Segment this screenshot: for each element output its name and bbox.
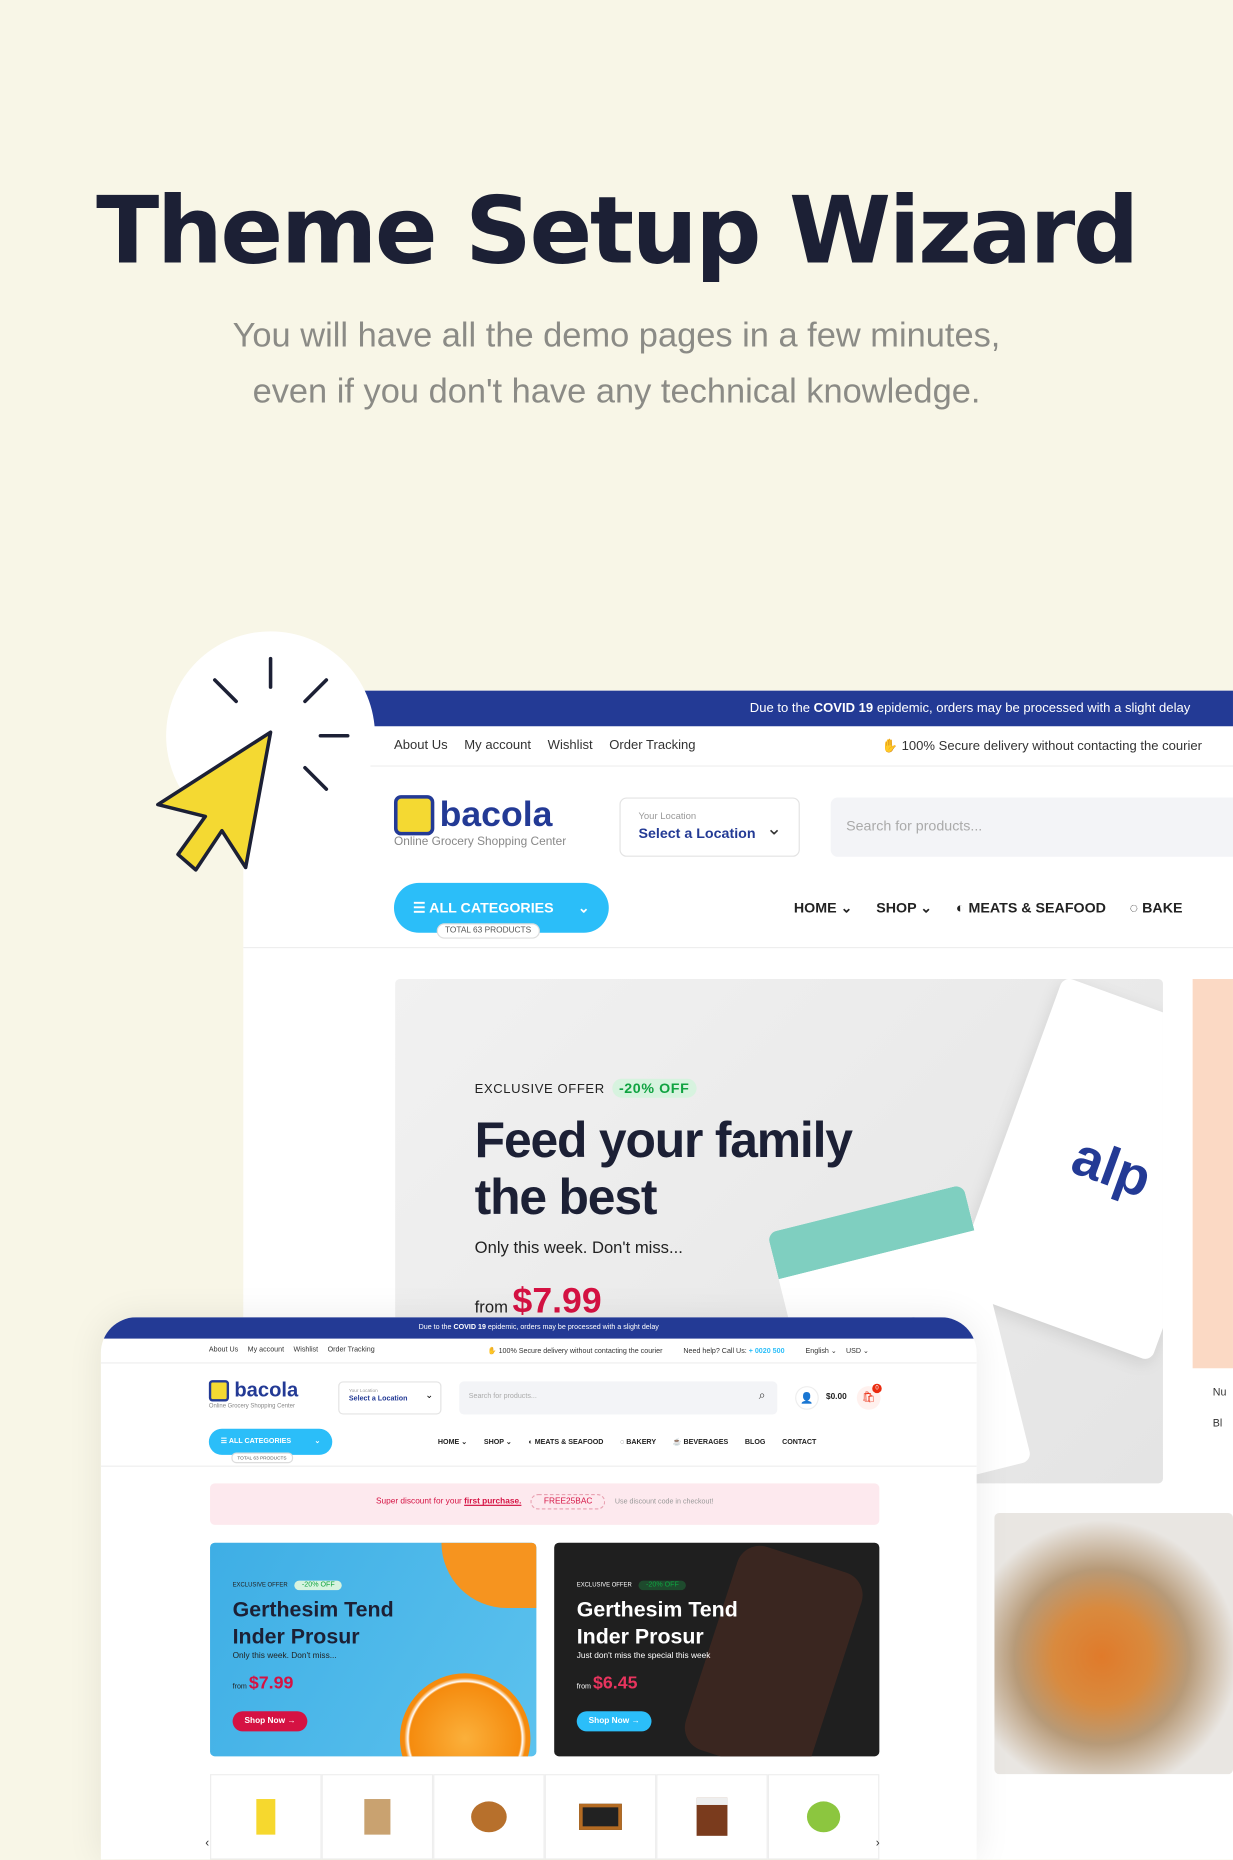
- link-order-tracking[interactable]: Order Tracking: [609, 738, 695, 752]
- link-account[interactable]: My account: [248, 1347, 284, 1354]
- shop-now-button[interactable]: Shop Now →: [232, 1711, 308, 1732]
- product-category-strip: [210, 1774, 880, 1860]
- location-select[interactable]: Your Location Select a Location ⌄: [338, 1381, 442, 1415]
- nav-blog[interactable]: BLOG: [745, 1439, 766, 1446]
- total-products-badge: TOTAL 63 PRODUCTS: [231, 1452, 293, 1464]
- cart-total: $0.00: [825, 1393, 847, 1402]
- product-tile[interactable]: [544, 1774, 657, 1860]
- nav-home[interactable]: HOME ⌄: [438, 1439, 467, 1446]
- exclusive-offer-label: EXCLUSIVE OFFER -20% OFF: [475, 1078, 697, 1098]
- nav-meats[interactable]: ◐ MEATS & SEAFOOD: [956, 900, 1106, 917]
- total-products-badge: TOTAL 63 PRODUCTS: [436, 923, 540, 939]
- top-links: About Us My account Wishlist Order Tracking: [394, 738, 696, 752]
- carousel-next-button[interactable]: ›: [876, 1837, 880, 1850]
- nav-shop[interactable]: SHOP ⌄: [484, 1439, 512, 1446]
- notice-bar: Due to the COVID 19 epidemic, orders may…: [361, 690, 1233, 727]
- product-tile[interactable]: [767, 1774, 880, 1860]
- user-icon[interactable]: 👤: [795, 1386, 819, 1410]
- first-purchase-link[interactable]: first purchase.: [464, 1498, 521, 1506]
- side-text: Nu: [1212, 1386, 1227, 1398]
- lentils-image: [994, 1513, 1233, 1775]
- currency-select[interactable]: USD: [846, 1348, 861, 1355]
- notice-bar: Due to the COVID 19 epidemic, orders may…: [100, 1317, 977, 1339]
- product-tile[interactable]: [433, 1774, 545, 1860]
- subtitle-line-2: even if you don't have any technical kno…: [252, 372, 981, 411]
- link-about[interactable]: About Us: [209, 1347, 238, 1354]
- search-input[interactable]: Search for products...: [830, 797, 1233, 857]
- chevron-down-icon: ⌄: [425, 1389, 434, 1401]
- location-select[interactable]: Your Location Select a Location ⌄: [619, 797, 800, 857]
- bakery-icon: ◌: [1129, 899, 1139, 917]
- link-about[interactable]: About Us: [394, 738, 448, 752]
- product-tile[interactable]: [321, 1774, 434, 1860]
- logo[interactable]: bacola Online Grocery Shopping Center: [208, 1379, 298, 1410]
- link-wishlist[interactable]: Wishlist: [294, 1347, 319, 1354]
- secure-delivery: ✋ 100% Secure delivery without contactin…: [487, 1348, 869, 1356]
- main-nav: HOME ⌄ SHOP ⌄ ◐ MEATS & SEAFOOD ◌ BAKERY ☕ B…: [438, 1438, 816, 1446]
- hand-icon: ✋: [881, 739, 902, 754]
- nav-home[interactable]: HOME ⌄: [794, 900, 853, 917]
- search-icon[interactable]: ⌕: [759, 1390, 766, 1403]
- secure-delivery: ✋ 100% Secure delivery without contactin…: [881, 739, 1203, 754]
- nav-bakery[interactable]: ◌ BAKE: [1130, 900, 1183, 917]
- link-order-tracking[interactable]: Order Tracking: [328, 1347, 375, 1354]
- nav-beverages[interactable]: ☕ BEVERAGES: [673, 1439, 729, 1446]
- page-title: Theme Setup Wizard: [96, 178, 1139, 285]
- logo[interactable]: bacola Online Grocery Shopping Center: [393, 795, 566, 848]
- nav-shop[interactable]: SHOP ⌄: [876, 900, 932, 917]
- language-select[interactable]: English: [806, 1348, 829, 1355]
- subtitle-line-1: You will have all the demo pages in a fe…: [232, 316, 1001, 355]
- product-tile[interactable]: [656, 1774, 768, 1860]
- promo-card-1: EXCLUSIVE OFFER -20% OFF Gerthesim Tend In…: [210, 1542, 537, 1757]
- promo-card-2: EXCLUSIVE OFFER -20% OFF Gerthesim Tend In…: [554, 1542, 880, 1757]
- nav-contact[interactable]: CONTACT: [782, 1439, 816, 1446]
- side-text: Bl: [1212, 1416, 1223, 1429]
- product-tile[interactable]: [210, 1774, 322, 1860]
- link-account[interactable]: My account: [464, 738, 531, 752]
- top-links: About Us My account Wishlist Order Tracking: [209, 1347, 375, 1354]
- hero-headline: Feed your family the best: [474, 1111, 853, 1225]
- search-input[interactable]: Search for products... ⌕: [459, 1381, 778, 1415]
- bag-icon: [393, 795, 435, 836]
- nav-meats[interactable]: ◐ MEATS & SEAFOOD: [528, 1439, 603, 1446]
- chevron-down-icon: ⌄: [766, 818, 783, 839]
- nav-bakery[interactable]: ◌ BAKERY: [620, 1439, 656, 1446]
- hero-subtext: Only this week. Don't miss...: [474, 1237, 683, 1257]
- cursor-click-icon: [156, 656, 350, 872]
- cart-count-badge: 0: [872, 1383, 882, 1394]
- side-banner: [1192, 979, 1233, 1369]
- fish-icon: ◐: [955, 899, 965, 917]
- bag-icon: [208, 1380, 230, 1402]
- main-nav: HOME ⌄ SHOP ⌄ ◐ MEATS & SEAFOOD ◌ BAKE: [794, 900, 1183, 917]
- laptop-preview: Due to the COVID 19 epidemic, orders may…: [100, 1317, 977, 1860]
- link-wishlist[interactable]: Wishlist: [548, 738, 593, 752]
- coupon-code[interactable]: FREE25BAC: [530, 1494, 606, 1510]
- carousel-prev-button[interactable]: ‹: [205, 1837, 209, 1850]
- hero-price: from $7.99: [474, 1281, 602, 1321]
- discount-banner: Super discount for your first purchase. …: [210, 1483, 880, 1525]
- shop-now-button[interactable]: Shop Now →: [576, 1711, 652, 1732]
- all-categories-button[interactable]: ☰ ALL CATEGORIES ⌄: [208, 1428, 333, 1455]
